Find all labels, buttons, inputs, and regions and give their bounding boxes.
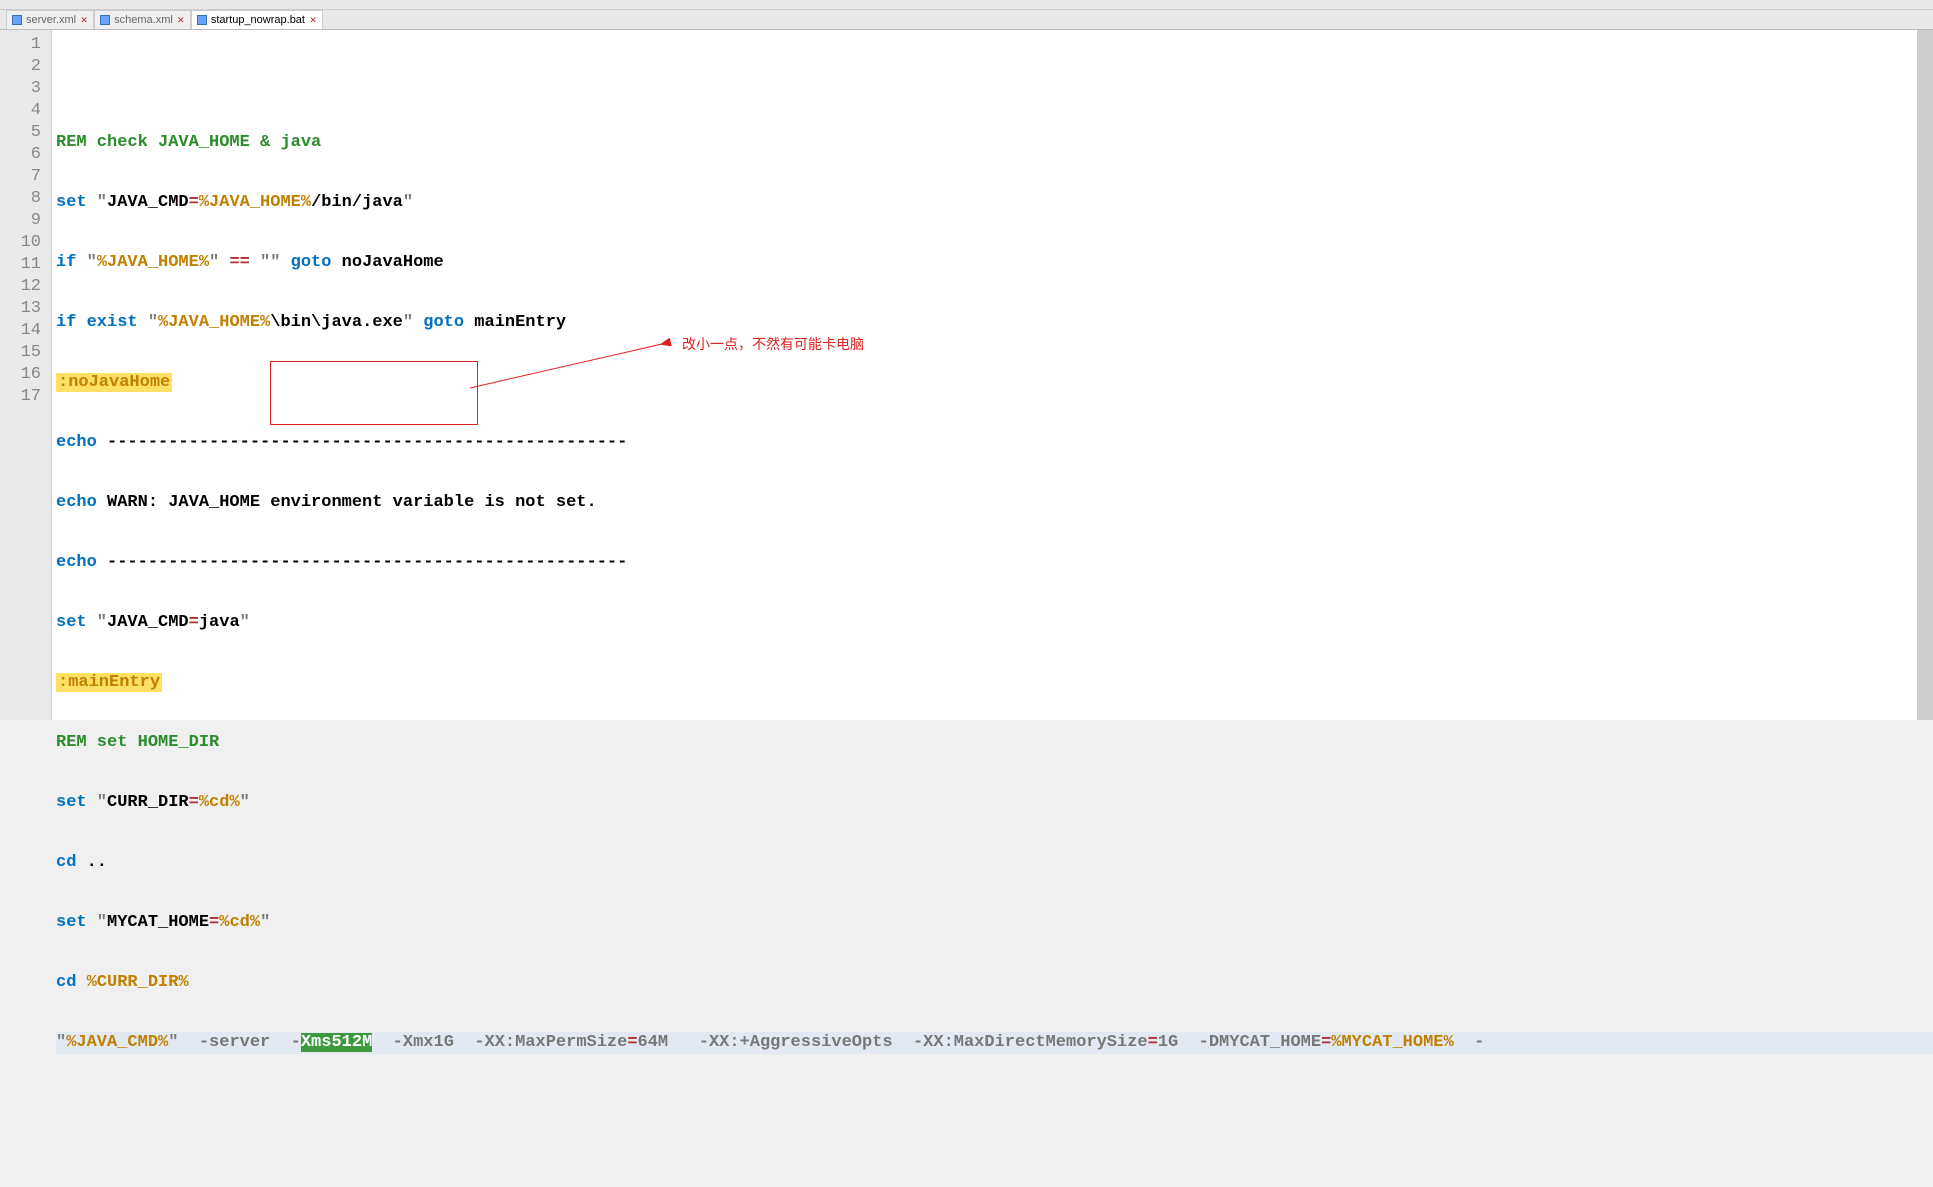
tab-label: schema.xml <box>114 14 173 26</box>
line-num: 6 <box>0 144 51 166</box>
code-area[interactable]: REM check JAVA_HOME & java set "JAVA_CMD… <box>52 30 1933 720</box>
line-num: 16 <box>0 364 51 386</box>
line-num: 10 <box>0 232 51 254</box>
line-num: 8 <box>0 188 51 210</box>
line-num: 17 <box>0 386 51 408</box>
annotation-text: 改小一点，不然有可能卡电脑 <box>682 334 864 354</box>
line-num: 9 <box>0 210 51 232</box>
code-line: cd .. <box>56 852 1933 874</box>
code-line: set "JAVA_CMD=%JAVA_HOME%/bin/java" <box>56 192 1933 214</box>
editor: 1 2 3 4 5 6 7 8 9 10 11 12 13 14 15 16 1… <box>0 30 1933 720</box>
code-line: :noJavaHome <box>56 372 1933 394</box>
code-line: if "%JAVA_HOME%" == "" goto noJavaHome <box>56 252 1933 274</box>
code-line: "%JAVA_CMD%" -server -Xms512M -Xmx1G -XX… <box>56 1032 1933 1054</box>
line-num: 12 <box>0 276 51 298</box>
line-num: 5 <box>0 122 51 144</box>
line-num: 3 <box>0 78 51 100</box>
code-line: if exist "%JAVA_HOME%\bin\java.exe" goto… <box>56 312 1933 334</box>
file-icon <box>11 14 23 26</box>
code-line: set "CURR_DIR=%cd%" <box>56 792 1933 814</box>
line-num: 11 <box>0 254 51 276</box>
tab-schema-xml[interactable]: schema.xml ✕ <box>94 10 191 29</box>
code-line: echo -----------------------------------… <box>56 552 1933 574</box>
close-icon[interactable]: ✕ <box>79 15 89 25</box>
code-line: :mainEntry <box>56 672 1933 694</box>
code-line: REM check JAVA_HOME & java <box>56 132 1933 154</box>
tab-server-xml[interactable]: server.xml ✕ <box>6 10 94 29</box>
file-icon <box>99 14 111 26</box>
code-line: REM set HOME_DIR <box>56 732 1933 754</box>
vertical-scrollbar[interactable] <box>1917 30 1933 720</box>
code-line: cd %CURR_DIR% <box>56 972 1933 994</box>
tab-label: server.xml <box>26 14 76 26</box>
scrollbar-thumb[interactable] <box>1918 30 1933 720</box>
line-num: 4 <box>0 100 51 122</box>
code-line <box>56 72 1933 94</box>
code-line: echo WARN: JAVA_HOME environment variabl… <box>56 492 1933 514</box>
line-num: 2 <box>0 56 51 78</box>
code-line: set "JAVA_CMD=java" <box>56 612 1933 634</box>
toolbar-strip <box>0 0 1933 10</box>
line-num: 1 <box>0 34 51 56</box>
file-icon <box>196 14 208 26</box>
tab-bar: server.xml ✕ schema.xml ✕ startup_nowrap… <box>0 10 1933 30</box>
code-line: echo -----------------------------------… <box>56 432 1933 454</box>
line-num: 14 <box>0 320 51 342</box>
tab-startup-nowrap-bat[interactable]: startup_nowrap.bat ✕ <box>191 10 323 29</box>
close-icon[interactable]: ✕ <box>176 15 186 25</box>
close-icon[interactable]: ✕ <box>308 15 318 25</box>
line-num: 13 <box>0 298 51 320</box>
code-line: set "MYCAT_HOME=%cd%" <box>56 912 1933 934</box>
line-num: 15 <box>0 342 51 364</box>
tab-label: startup_nowrap.bat <box>211 14 305 26</box>
line-number-gutter: 1 2 3 4 5 6 7 8 9 10 11 12 13 14 15 16 1… <box>0 30 52 720</box>
line-num: 7 <box>0 166 51 188</box>
